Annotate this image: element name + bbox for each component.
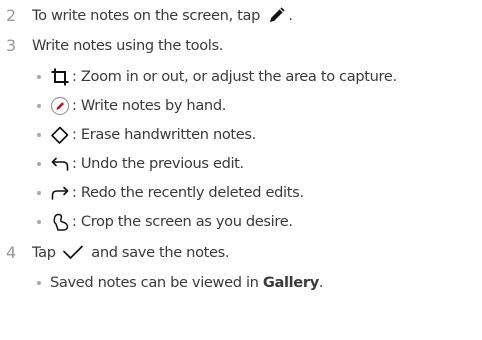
tool-description: : Erase handwritten notes. <box>72 126 256 143</box>
bullet-dot <box>37 191 41 195</box>
tool-description: : Write notes by hand. <box>72 97 227 114</box>
note-text-before: Saved notes can be viewed in <box>50 274 263 291</box>
bullet-dot <box>37 133 41 137</box>
bullet-dot <box>37 220 41 224</box>
tool-description: : Crop the screen as you desire. <box>72 213 293 230</box>
lasso-crop-icon <box>50 212 70 232</box>
eraser-icon <box>50 125 70 145</box>
bullet-dot <box>37 104 41 108</box>
tool-description: : Redo the recently deleted edits. <box>72 184 304 201</box>
step-text-after: and save the notes. <box>86 244 230 261</box>
note-text-after: . <box>318 274 324 291</box>
tool-description: : Zoom in or out, or adjust the area to … <box>72 68 397 85</box>
step-text-before: Tap <box>32 244 60 261</box>
crop-icon <box>50 67 70 87</box>
bullet-dot <box>37 281 41 285</box>
step-number: 3 <box>6 36 17 55</box>
tool-description: : Undo the previous edit. <box>72 155 244 172</box>
checkmark-icon <box>61 243 85 263</box>
step-number: 2 <box>6 6 17 25</box>
step-text: To write notes on the screen, tap . <box>32 3 293 29</box>
step-number: 4 <box>6 243 17 262</box>
bullet-dot <box>37 162 41 166</box>
redo-icon <box>50 183 70 203</box>
step-text-before: To write notes on the screen, tap <box>32 7 265 24</box>
pen-icon <box>266 6 286 26</box>
gallery-label: Gallery <box>262 274 319 291</box>
pen-circle-icon <box>50 96 70 116</box>
step-text: Write notes using the tools. <box>32 37 224 54</box>
step-text-after: . <box>288 7 293 24</box>
bullet-dot <box>37 75 41 79</box>
undo-icon <box>50 154 70 174</box>
step-text: Tap and save the notes. <box>32 240 230 266</box>
